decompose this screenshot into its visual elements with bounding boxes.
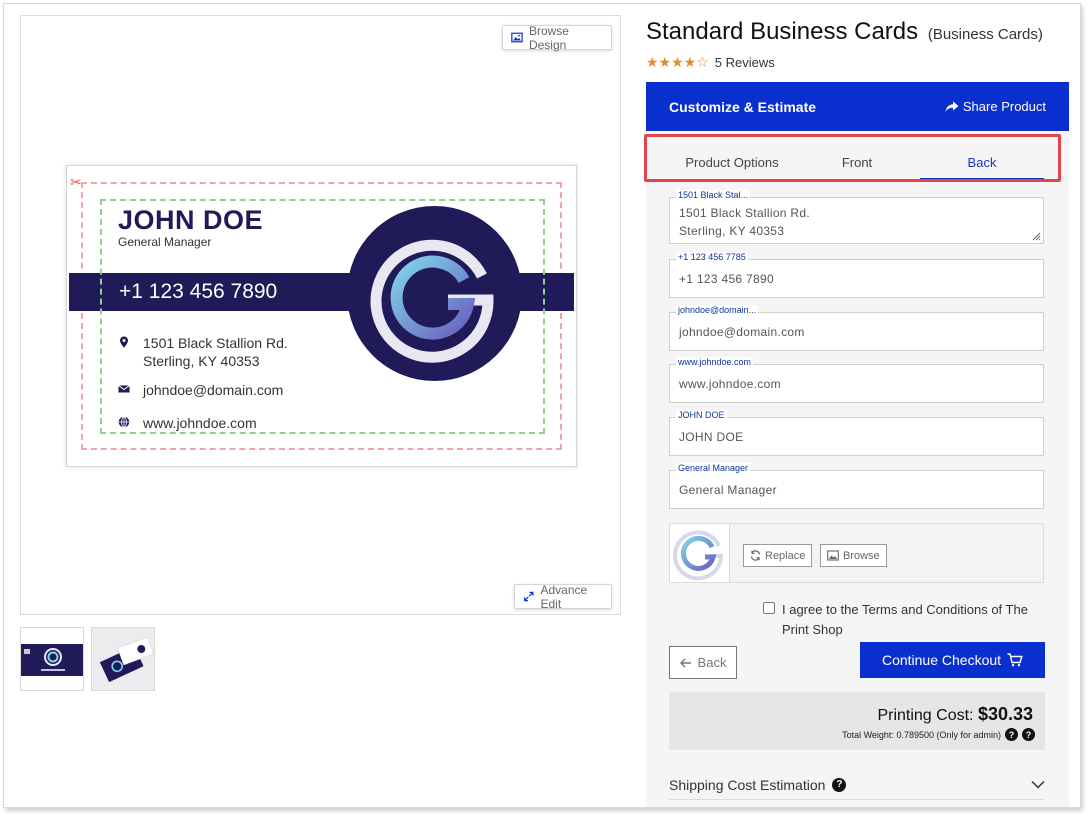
thumbnail-front[interactable] [20, 627, 84, 691]
terms-agreement: I agree to the Terms and Conditions of T… [763, 600, 1052, 640]
envelope-icon [118, 385, 130, 393]
share-product-label: Share Product [962, 99, 1046, 114]
card-address-line2: Sterling, KY 40353 [143, 353, 260, 369]
email-field-label: johndoe@domain... [676, 305, 759, 315]
phone-field[interactable]: +1 123 456 7785 +1 123 456 7890 [669, 252, 1044, 298]
arrow-left-icon [679, 658, 691, 667]
card-email: johndoe@domain.com [143, 382, 284, 398]
card-address-row: 1501 Black Stallion Rd. Sterling, KY 403… [118, 334, 288, 370]
card-email-row: johndoe@domain.com [118, 381, 283, 399]
printing-cost: Printing Cost: $30.33 [877, 704, 1033, 725]
tab-product-options[interactable]: Product Options [670, 154, 794, 179]
website-field-label: www.johndoe.com [676, 357, 754, 367]
share-arrow-icon [945, 101, 959, 112]
printing-cost-label: Printing Cost: [877, 707, 974, 724]
card-address-line1: 1501 Black Stallion Rd. [143, 335, 288, 351]
printing-cost-box: Printing Cost: $30.33 Total Weight: 0.78… [669, 692, 1045, 750]
logo-thumbnail [670, 524, 730, 582]
reviews-link[interactable]: 5 Reviews [715, 55, 775, 70]
name-field[interactable]: JOHN DOE JOHN DOE [669, 410, 1044, 456]
chevron-down-icon [1031, 780, 1045, 789]
shipping-label: Shipping Cost Estimation [669, 776, 826, 793]
cart-icon [1007, 653, 1023, 667]
product-category: (Business Cards) [927, 26, 1043, 43]
product-rating: ★★★★☆ 5 Reviews [646, 54, 775, 71]
product-name: Standard Business Cards [646, 18, 919, 45]
tab-front[interactable]: Front [795, 154, 919, 179]
product-title: Standard Business Cards (Business Cards) [646, 18, 1043, 46]
scissors-icon: ✂ [70, 174, 82, 190]
email-field-value: johndoe@domain.com [679, 325, 805, 339]
location-pin-icon [120, 336, 128, 348]
address-field-label: 1501 Black Stal... [676, 190, 751, 200]
website-field[interactable]: www.johndoe.com www.johndoe.com [669, 357, 1044, 403]
name-field-value: JOHN DOE [679, 430, 744, 444]
terms-checkbox[interactable] [763, 602, 775, 614]
thumbnail-front-image [21, 644, 83, 676]
advance-edit-button[interactable]: Advance Edit [514, 582, 612, 611]
terms-text: I agree to the Terms and Conditions of T… [782, 602, 1028, 637]
customize-title: Customize & Estimate [669, 98, 817, 115]
logo-image-field: Replace Browse [669, 523, 1044, 583]
image-icon [827, 550, 839, 561]
browse-label: Browse [843, 549, 880, 562]
rating-stars: ★★★★☆ [646, 54, 709, 70]
thumbnail-mockup[interactable] [91, 627, 155, 691]
printing-cost-value: $30.33 [977, 704, 1033, 724]
website-field-value: www.johndoe.com [679, 377, 781, 391]
design-preview: Browse Design ✂ JOHN DOE General Manager [20, 15, 621, 615]
help-icon[interactable]: ? [1022, 728, 1035, 741]
address-textarea[interactable]: 1501 Black Stal... 1501 Black Stallion R… [669, 190, 1044, 244]
customize-header: Customize & Estimate Share Product [646, 82, 1069, 131]
card-name: JOHN DOE [118, 205, 264, 235]
phone-field-value: +1 123 456 7890 [679, 272, 774, 286]
job-title-field-value: General Manager [679, 483, 777, 497]
total-weight-text: Total Weight: 0.789500 (Only for admin) [842, 729, 1001, 740]
card-title: General Manager [118, 235, 212, 249]
card-phone: +1 123 456 7890 [119, 280, 278, 303]
expand-icon [524, 591, 534, 602]
checkout-label: Continue Checkout [881, 652, 1002, 668]
card-website-row: www.johndoe.com [118, 414, 257, 432]
advance-edit-label: Advance Edit [540, 582, 588, 611]
browse-design-button[interactable]: Browse Design [502, 23, 612, 52]
page-frame: Browse Design ✂ JOHN DOE General Manager [3, 3, 1081, 808]
browse-image-button[interactable]: Browse [820, 544, 887, 567]
globe-icon [118, 416, 130, 428]
email-field[interactable]: johndoe@domain... johndoe@domain.com [669, 305, 1044, 351]
job-title-field-label: General Manager [676, 463, 751, 473]
business-card-preview[interactable]: ✂ JOHN DOE General Manager +1 123 456 78… [66, 165, 577, 467]
shipping-cost-estimation[interactable]: Shipping Cost Estimation ? [669, 770, 1045, 800]
thumbnail-mockup-image [92, 628, 154, 690]
help-icon[interactable]: ? [1005, 728, 1018, 741]
total-weight: Total Weight: 0.789500 (Only for admin) … [842, 728, 1035, 741]
address-line1-value: 1501 Black Stallion Rd. [679, 206, 810, 220]
help-icon[interactable]: ? [832, 777, 847, 792]
back-button[interactable]: Back [669, 646, 737, 679]
back-label: Back [697, 655, 727, 670]
card-website: www.johndoe.com [143, 415, 257, 431]
tab-back[interactable]: Back [920, 154, 1044, 179]
share-product-button[interactable]: Share Product [945, 99, 1046, 114]
replace-image-button[interactable]: Replace [743, 544, 813, 567]
image-icon [511, 32, 523, 43]
job-title-field[interactable]: General Manager General Manager [669, 463, 1044, 509]
continue-checkout-button[interactable]: Continue Checkout [860, 642, 1045, 678]
refresh-icon [750, 550, 761, 561]
address-line2-value: Sterling, KY 40353 [679, 224, 785, 238]
phone-field-label: +1 123 456 7785 [676, 252, 748, 262]
browse-design-label: Browse Design [528, 23, 569, 52]
resize-handle-icon[interactable] [1030, 230, 1041, 241]
name-field-label: JOHN DOE [676, 410, 727, 420]
logo-g-icon [673, 530, 724, 581]
replace-label: Replace [765, 549, 806, 562]
